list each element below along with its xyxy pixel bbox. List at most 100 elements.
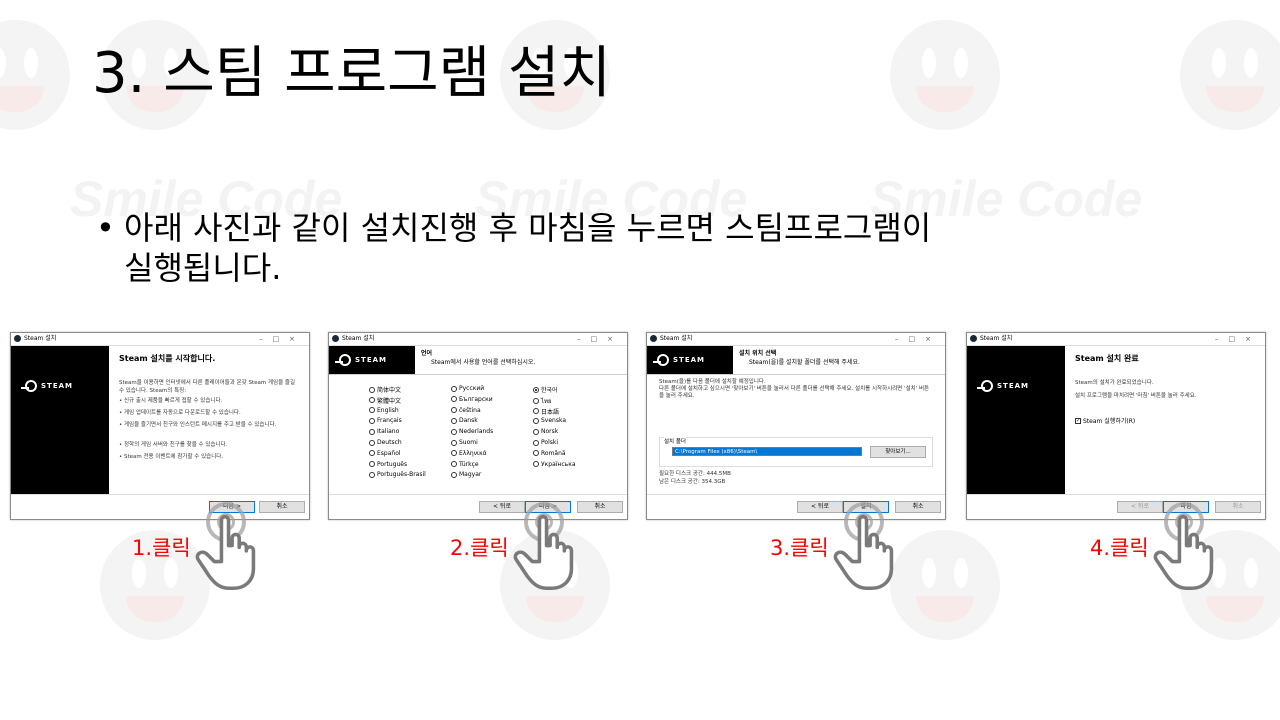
window-controls[interactable]: –□×: [259, 333, 305, 345]
radio-button-icon[interactable]: [451, 385, 457, 392]
available-space: 남은 디스크 공간: 354.3GB: [659, 479, 726, 485]
language-option[interactable]: Română: [533, 450, 566, 457]
radio-button-icon[interactable]: [369, 450, 375, 457]
window-controls[interactable]: –□×: [577, 333, 623, 345]
language-label: Ελληνικά: [459, 449, 487, 457]
steam-icon: [332, 335, 339, 342]
header-title: 설치 위치 선택: [739, 350, 777, 357]
title-bar[interactable]: Steam 설치 –□×: [647, 333, 945, 346]
installer-window-complete: Steam 설치 –□× STEAM Steam 설치 완료 Steam의 설치…: [966, 332, 1266, 520]
radio-button-icon[interactable]: [451, 428, 457, 435]
language-option[interactable]: Polski: [533, 439, 558, 446]
radio-button-icon[interactable]: [533, 461, 539, 468]
radio-button-icon[interactable]: [451, 407, 457, 414]
bullet-line-1: 아래 사진과 같이 설치진행 후 마침을 누르면 스팀프로그램이: [124, 209, 932, 247]
radio-button-icon[interactable]: [369, 439, 375, 446]
language-option[interactable]: ไทย: [533, 396, 552, 406]
language-option[interactable]: 한국어: [533, 385, 558, 394]
browse-button[interactable]: 찾아보기...: [870, 446, 926, 458]
steam-icon: [970, 335, 977, 342]
steam-logo-icon: [21, 380, 37, 392]
language-label: Български: [459, 395, 493, 403]
language-label: 日本語: [541, 408, 560, 416]
language-option[interactable]: Português: [369, 461, 407, 468]
bullet-line-2: 실행됩니다.: [124, 249, 282, 287]
radio-button-icon[interactable]: [369, 386, 375, 393]
radio-button-icon[interactable]: [369, 471, 375, 478]
radio-button-icon[interactable]: [533, 397, 539, 404]
language-option[interactable]: Français: [369, 417, 402, 424]
language-option[interactable]: 日本語: [533, 407, 559, 416]
title-bar[interactable]: Steam 설치 –□×: [967, 333, 1265, 346]
radio-button-icon[interactable]: [533, 428, 539, 435]
slide-title: 3. 스팀 프로그램 설치: [92, 41, 611, 106]
language-option[interactable]: Magyar: [451, 471, 481, 478]
language-option[interactable]: 繁體中文: [369, 396, 401, 405]
pointing-hand-icon: [195, 514, 256, 590]
steam-header-logo: STEAM: [647, 346, 733, 374]
header-subtitle: Steam(을)를 설치할 폴더를 선택해 주세요.: [749, 359, 860, 366]
radio-button-icon[interactable]: [369, 417, 375, 424]
language-option[interactable]: English: [369, 407, 399, 414]
feature-item: • 게임을 즐기면서 친구와 인스턴트 메시지를 주고 받을 수 있습니다.: [119, 422, 277, 428]
radio-button-icon[interactable]: [451, 439, 457, 446]
radio-button-icon[interactable]: [451, 396, 457, 403]
steam-logo: STEAM: [977, 380, 1029, 392]
language-option[interactable]: 简体中文: [369, 385, 401, 394]
required-space: 필요한 디스크 공간: 444.5MB: [659, 471, 731, 477]
title-bar[interactable]: Steam 설치 –□×: [11, 333, 309, 346]
language-option[interactable]: Українська: [533, 461, 576, 468]
pointing-hand-icon: [513, 514, 574, 590]
language-option[interactable]: Português-Brasil: [369, 471, 426, 478]
radio-button-icon[interactable]: [451, 417, 457, 424]
installer-window-language: Steam 설치 –□× STEAM 언어 Steam에서 사용할 언어를 선택…: [328, 332, 628, 520]
language-option[interactable]: Svenska: [533, 417, 566, 424]
installer-window-location: Steam 설치 –□× STEAM 설치 위치 선택 Steam(을)를 설치…: [646, 332, 946, 520]
title-bar[interactable]: Steam 설치 –□×: [329, 333, 627, 346]
feature-item: • 정학의 게임 서버와 친구를 찾을 수 있습니다.: [119, 442, 228, 448]
language-label: Українська: [541, 460, 576, 468]
installer-window-welcome: Steam 설치 –□× STEAM Steam 설치를 시작합니다. Stea…: [10, 332, 310, 520]
launch-steam-checkbox[interactable]: ✓ Steam 실행하기(R): [1075, 416, 1135, 425]
radio-button-icon[interactable]: [533, 386, 539, 393]
language-option[interactable]: čeština: [451, 407, 481, 414]
language-label: Suomi: [459, 439, 478, 446]
smile-face-watermark: [1180, 20, 1280, 130]
click-step-label: 2.클릭: [450, 536, 509, 560]
language-option[interactable]: Русский: [451, 385, 484, 392]
window-title: Steam 설치: [980, 335, 1013, 342]
language-label: Español: [377, 449, 401, 457]
language-option[interactable]: Deutsch: [369, 439, 402, 446]
radio-button-icon[interactable]: [533, 450, 539, 457]
language-option[interactable]: Ελληνικά: [451, 450, 487, 457]
radio-button-icon[interactable]: [451, 450, 457, 457]
radio-button-icon[interactable]: [369, 461, 375, 468]
language-option[interactable]: Español: [369, 450, 401, 457]
window-controls[interactable]: –□×: [895, 333, 941, 345]
checkbox-checked-icon[interactable]: ✓: [1075, 417, 1081, 424]
radio-button-icon[interactable]: [369, 428, 375, 435]
language-option[interactable]: Nederlands: [451, 428, 493, 435]
language-option[interactable]: Norsk: [533, 428, 558, 435]
radio-button-icon[interactable]: [533, 439, 539, 446]
feature-item: • Steam 전용 이벤트에 참가할 수 있습니다.: [119, 454, 224, 460]
radio-button-icon[interactable]: [369, 407, 375, 414]
radio-button-icon[interactable]: [533, 417, 539, 424]
language-option[interactable]: Suomi: [451, 439, 478, 446]
language-option[interactable]: Dansk: [451, 417, 478, 424]
steam-header-logo: STEAM: [329, 346, 415, 374]
language-option[interactable]: Italiano: [369, 428, 399, 435]
smile-face-watermark: [0, 20, 70, 130]
language-option[interactable]: Български: [451, 396, 493, 403]
radio-button-icon[interactable]: [369, 397, 375, 404]
window-controls[interactable]: –□×: [1215, 333, 1261, 345]
install-path-input[interactable]: C:\Program Files (x86)\Steam\: [672, 447, 862, 456]
language-label: Română: [541, 449, 566, 457]
radio-button-icon[interactable]: [451, 461, 457, 468]
radio-button-icon[interactable]: [451, 471, 457, 478]
language-option[interactable]: Türkçe: [451, 461, 479, 468]
language-label: English: [377, 406, 399, 414]
radio-button-icon[interactable]: [533, 408, 539, 415]
steam-logo-icon: [335, 354, 351, 366]
pointing-hand-icon: [1153, 514, 1214, 590]
